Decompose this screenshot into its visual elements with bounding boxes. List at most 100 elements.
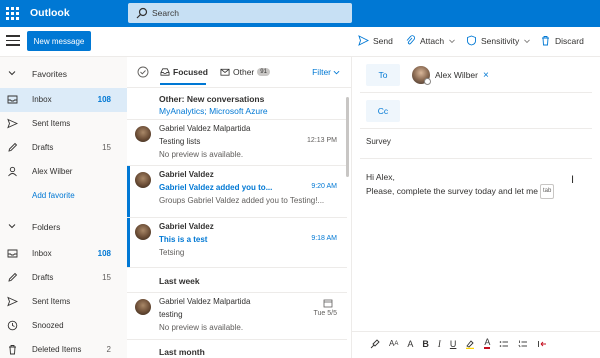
nav-item-label: Deleted Items (32, 345, 82, 354)
pencil-icon (8, 272, 18, 282)
avatar (135, 172, 151, 188)
recipient-pill[interactable]: Alex Wilber × (412, 66, 489, 85)
folder-item-deleted-items[interactable]: Deleted Items 2 (0, 338, 127, 358)
body-line-1: Hi Alex, (366, 172, 395, 182)
message-sender: Gabriel Valdez Malpartida (159, 124, 251, 133)
numbering-icon[interactable] (518, 339, 528, 349)
message-preview: No preview is available. (159, 150, 244, 159)
underline-icon[interactable]: U (450, 339, 457, 349)
folders-header[interactable]: Folders (0, 216, 127, 238)
avatar (135, 126, 151, 142)
tab-other[interactable]: Other 91 (220, 67, 270, 77)
filter-button[interactable]: Filter (312, 67, 340, 77)
tab-suggestion-hint: tab (539, 184, 555, 199)
avatar (135, 224, 151, 240)
list-item[interactable]: Gabriel Valdez Malpartida testing Tue 5/… (127, 292, 347, 340)
highlight-icon[interactable] (465, 339, 475, 349)
message-sender: Gabriel Valdez (159, 170, 214, 179)
focused-inbox-icon (160, 68, 170, 76)
nav-item-alex-wilber[interactable]: Alex Wilber (0, 160, 127, 184)
hamburger-menu-icon[interactable] (6, 35, 20, 47)
message-list: Focused Other 91 Filter Other: New conve… (127, 57, 352, 358)
add-favorite-label: Add favorite (32, 191, 75, 200)
chevron-down-icon (449, 39, 455, 43)
discard-label: Discard (555, 35, 584, 46)
message-time: 9:20 AM (311, 183, 337, 190)
select-all-icon[interactable] (137, 66, 149, 78)
italic-icon[interactable]: I (438, 339, 441, 349)
nav-item-label: Snoozed (32, 321, 64, 330)
nav-item-sent-items[interactable]: Sent Items (0, 112, 127, 136)
folder-item-inbox[interactable]: Inbox 108 (0, 242, 127, 266)
avatar (135, 299, 151, 315)
message-subject: testing (159, 310, 183, 319)
message-subject: Gabriel Valdez added you to... (159, 183, 273, 192)
text-cursor-icon: I (571, 174, 575, 186)
folder-item-sent-items[interactable]: Sent Items (0, 290, 127, 314)
nav-item-label: Sent Items (32, 119, 71, 128)
folder-item-drafts[interactable]: Drafts 15 (0, 266, 127, 290)
nav-item-label: Alex Wilber (32, 167, 73, 176)
subject-row[interactable] (360, 129, 592, 159)
favorites-label: Favorites (32, 69, 67, 79)
nav-item-inbox[interactable]: Inbox 108 (0, 88, 127, 112)
send-button[interactable]: Send (358, 35, 393, 46)
remove-recipient-icon[interactable]: × (483, 70, 489, 81)
send-icon (7, 296, 18, 307)
group-header-last-week: Last week (159, 276, 200, 286)
message-sender: Gabriel Valdez (159, 222, 214, 231)
message-preview: Groups Gabriel Valdez added you to Testi… (159, 196, 325, 205)
discard-button[interactable]: Discard (540, 35, 584, 46)
attach-label: Attach (420, 35, 445, 46)
tab-focused[interactable]: Focused (160, 67, 208, 77)
favorites-header[interactable]: Favorites (0, 63, 127, 85)
filter-label: Filter (312, 67, 331, 77)
to-row: To Alex Wilber × (360, 57, 592, 93)
sensitivity-button[interactable]: Sensitivity (466, 35, 531, 46)
message-list-header: Focused Other 91 Filter (127, 57, 352, 88)
to-button[interactable]: To (366, 64, 400, 86)
message-list-scrollbar[interactable] (346, 97, 349, 177)
message-body[interactable]: Hi Alex, Please, complete the survey tod… (366, 171, 555, 199)
message-subject: Testing lists (159, 137, 201, 146)
add-favorite-link[interactable]: Add favorite (0, 184, 127, 208)
decrease-indent-icon[interactable] (537, 339, 547, 349)
unread-count: 108 (97, 249, 111, 258)
nav-item-drafts[interactable]: Drafts 15 (0, 136, 127, 160)
app-title[interactable]: Outlook (30, 7, 70, 19)
search-box[interactable] (128, 3, 352, 23)
list-item[interactable]: Gabriel Valdez This is a test 9:18 AM Te… (127, 218, 347, 268)
other-conversations-notice[interactable]: Other: New conversations MyAnalytics; Mi… (127, 88, 347, 120)
item-count: 2 (106, 345, 111, 354)
inbox-icon (7, 249, 18, 258)
folder-item-snoozed[interactable]: Snoozed (0, 314, 127, 338)
other-count-badge: 91 (257, 68, 270, 76)
list-item[interactable]: Gabriel Valdez Malpartida Testing lists … (127, 120, 347, 166)
bold-icon[interactable]: B (422, 339, 429, 349)
font-color-icon[interactable]: A (484, 338, 491, 349)
subject-field[interactable]: Survey (366, 137, 391, 146)
nav-item-label: Drafts (32, 143, 54, 152)
pencil-icon (8, 142, 18, 152)
message-subject: This is a test (159, 235, 208, 244)
folders-label: Folders (32, 222, 61, 232)
bullets-icon[interactable] (499, 339, 509, 349)
new-message-button[interactable]: New message (27, 31, 91, 51)
message-time: Tue 5/5 (313, 310, 337, 317)
unread-count: 108 (97, 95, 111, 104)
cc-button[interactable]: Cc (366, 100, 400, 122)
item-count: 15 (102, 143, 111, 152)
attach-button[interactable]: Attach (405, 35, 456, 46)
format-painter-icon[interactable] (370, 338, 380, 349)
list-item[interactable]: Gabriel Valdez Gabriel Valdez added you … (127, 166, 347, 218)
other-conversations-senders[interactable]: MyAnalytics; Microsoft Azure (159, 106, 268, 116)
font-size-icon[interactable]: AA (389, 339, 398, 348)
app-launcher-icon[interactable] (4, 5, 20, 21)
message-time: 9:18 AM (311, 235, 337, 242)
search-input[interactable] (152, 3, 342, 23)
font-grow-icon[interactable]: A (407, 339, 413, 349)
body-line-2: Please, complete the survey today and le… (366, 185, 538, 196)
message-time: 12:13 PM (307, 137, 337, 144)
shield-icon (467, 35, 476, 46)
chevron-down-icon (524, 39, 531, 43)
